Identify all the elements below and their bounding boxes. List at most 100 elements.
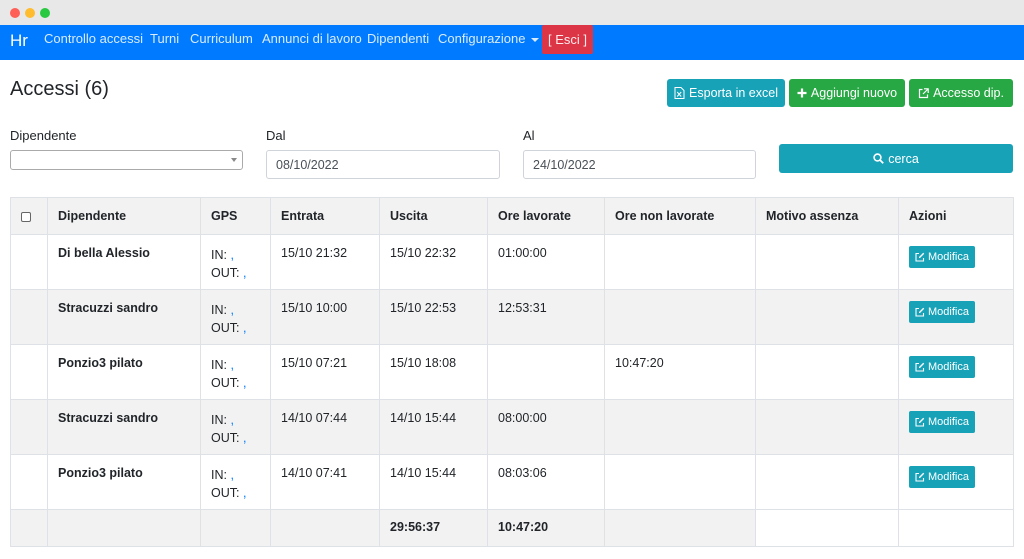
edit-icon bbox=[915, 307, 925, 317]
minimize-window-button[interactable] bbox=[25, 8, 35, 18]
actions-cell: Modifica bbox=[898, 344, 1014, 400]
page-title: Accessi (6) bbox=[10, 78, 109, 100]
gps-in-label: IN: bbox=[211, 413, 227, 427]
employee-name: Ponzio3 pilato bbox=[47, 344, 201, 400]
total-worked-hours: 10:47:20 bbox=[487, 509, 605, 547]
employee-name: Stracuzzi sandro bbox=[47, 399, 201, 455]
export-excel-label: Esporta in excel bbox=[689, 86, 778, 100]
edit-label: Modifica bbox=[928, 471, 969, 483]
export-excel-button[interactable]: Esporta in excel bbox=[667, 79, 785, 107]
to-date-label: Al bbox=[523, 128, 535, 143]
header-dipendente: Dipendente bbox=[47, 197, 201, 235]
header-uscita: Uscita bbox=[379, 197, 488, 235]
absence-reason bbox=[755, 289, 899, 345]
gps-in-link[interactable]: , bbox=[230, 468, 233, 482]
from-date-input[interactable]: 08/10/2022 bbox=[266, 150, 500, 179]
totals-cell bbox=[47, 509, 201, 547]
actions-cell: Modifica bbox=[898, 234, 1014, 290]
nav-annunci-di-lavoro[interactable]: Annunci di lavoro bbox=[262, 31, 362, 46]
exit-time: 15/10 22:53 bbox=[379, 289, 488, 345]
actions-cell: Modifica bbox=[898, 399, 1014, 455]
edit-icon bbox=[915, 417, 925, 427]
edit-icon bbox=[915, 252, 925, 262]
gps-out-link[interactable]: , bbox=[243, 486, 246, 500]
edit-button[interactable]: Modifica bbox=[909, 411, 975, 433]
not-worked-hours bbox=[604, 399, 756, 455]
gps-out-link[interactable]: , bbox=[243, 321, 246, 335]
to-date-input[interactable]: 24/10/2022 bbox=[523, 150, 756, 179]
row-select-cell bbox=[10, 344, 48, 400]
edit-button[interactable]: Modifica bbox=[909, 301, 975, 323]
gps-out-link[interactable]: , bbox=[243, 431, 246, 445]
edit-button[interactable]: Modifica bbox=[909, 356, 975, 378]
gps-in-link[interactable]: , bbox=[230, 358, 233, 372]
brand-logo[interactable]: Hr bbox=[10, 31, 28, 51]
entry-time: 15/10 21:32 bbox=[270, 234, 380, 290]
entry-time: 15/10 07:21 bbox=[270, 344, 380, 400]
edit-button[interactable]: Modifica bbox=[909, 246, 975, 268]
header-motivo-assenza: Motivo assenza bbox=[755, 197, 899, 235]
nav-configurazione-dropdown[interactable]: Configurazione bbox=[438, 31, 540, 46]
table-body: Di bella Alessio IN: , OUT: , 15/10 21:32 15… bbox=[10, 234, 1014, 547]
search-icon bbox=[873, 153, 885, 164]
worked-hours: 01:00:00 bbox=[487, 234, 605, 290]
totals-cell bbox=[755, 509, 899, 547]
gps-in-link[interactable]: , bbox=[230, 413, 233, 427]
nav-turni[interactable]: Turni bbox=[150, 31, 179, 46]
table-row: Ponzio3 pilato IN: , OUT: , 14/10 07:41 14/1… bbox=[10, 454, 1014, 510]
gps-cell: IN: , OUT: , bbox=[200, 289, 271, 345]
totals-cell bbox=[200, 509, 271, 547]
edit-label: Modifica bbox=[928, 416, 969, 428]
worked-hours bbox=[487, 344, 605, 400]
select-all-checkbox[interactable] bbox=[21, 211, 31, 222]
table-row: Di bella Alessio IN: , OUT: , 15/10 21:32 15… bbox=[10, 234, 1014, 290]
gps-in-label: IN: bbox=[211, 248, 227, 262]
nav-configurazione-label: Configurazione bbox=[438, 31, 526, 46]
employee-filter-label: Dipendente bbox=[10, 128, 77, 143]
not-worked-hours: 10:47:20 bbox=[604, 344, 756, 400]
nav-dipendenti[interactable]: Dipendenti bbox=[367, 31, 429, 46]
search-button[interactable]: cerca bbox=[779, 144, 1013, 173]
close-window-button[interactable] bbox=[10, 8, 20, 18]
entry-time: 14/10 07:41 bbox=[270, 454, 380, 510]
actions-cell: Modifica bbox=[898, 289, 1014, 345]
edit-label: Modifica bbox=[928, 251, 969, 263]
nav-controllo-accessi[interactable]: Controllo accessi bbox=[44, 31, 143, 46]
absence-reason bbox=[755, 399, 899, 455]
gps-in-link[interactable]: , bbox=[230, 248, 233, 262]
gps-out-label: OUT: bbox=[211, 266, 240, 280]
add-new-label: Aggiungi nuovo bbox=[810, 86, 898, 100]
window-titlebar bbox=[0, 0, 1024, 25]
gps-out-label: OUT: bbox=[211, 486, 240, 500]
file-excel-icon bbox=[674, 87, 685, 99]
row-select-cell bbox=[10, 399, 48, 455]
not-worked-hours bbox=[604, 454, 756, 510]
employee-name: Stracuzzi sandro bbox=[47, 289, 201, 345]
search-label: cerca bbox=[888, 151, 919, 166]
not-worked-hours bbox=[604, 234, 756, 290]
totals-cell bbox=[270, 509, 380, 547]
gps-in-link[interactable]: , bbox=[230, 303, 233, 317]
absence-reason bbox=[755, 454, 899, 510]
absence-reason bbox=[755, 344, 899, 400]
totals-cell bbox=[604, 509, 756, 547]
worked-hours: 12:53:31 bbox=[487, 289, 605, 345]
nav-curriculum[interactable]: Curriculum bbox=[190, 31, 253, 46]
gps-out-link[interactable]: , bbox=[243, 376, 246, 390]
exit-time: 14/10 15:44 bbox=[379, 454, 488, 510]
navbar: Hr Controllo accessi Turni Curriculum An… bbox=[0, 25, 1024, 60]
gps-out-link[interactable]: , bbox=[243, 266, 246, 280]
employee-select[interactable] bbox=[10, 150, 243, 170]
total-exit-hours: 29:56:37 bbox=[379, 509, 488, 547]
edit-button[interactable]: Modifica bbox=[909, 466, 975, 488]
maximize-window-button[interactable] bbox=[40, 8, 50, 18]
gps-out-label: OUT: bbox=[211, 321, 240, 335]
edit-label: Modifica bbox=[928, 306, 969, 318]
absence-reason bbox=[755, 234, 899, 290]
employee-access-button[interactable]: Accesso dip. bbox=[909, 79, 1013, 107]
header-entrata: Entrata bbox=[270, 197, 380, 235]
logout-button[interactable]: [ Esci ] bbox=[542, 25, 593, 54]
gps-cell: IN: , OUT: , bbox=[200, 399, 271, 455]
edit-icon bbox=[915, 472, 925, 482]
add-new-button[interactable]: Aggiungi nuovo bbox=[789, 79, 905, 107]
